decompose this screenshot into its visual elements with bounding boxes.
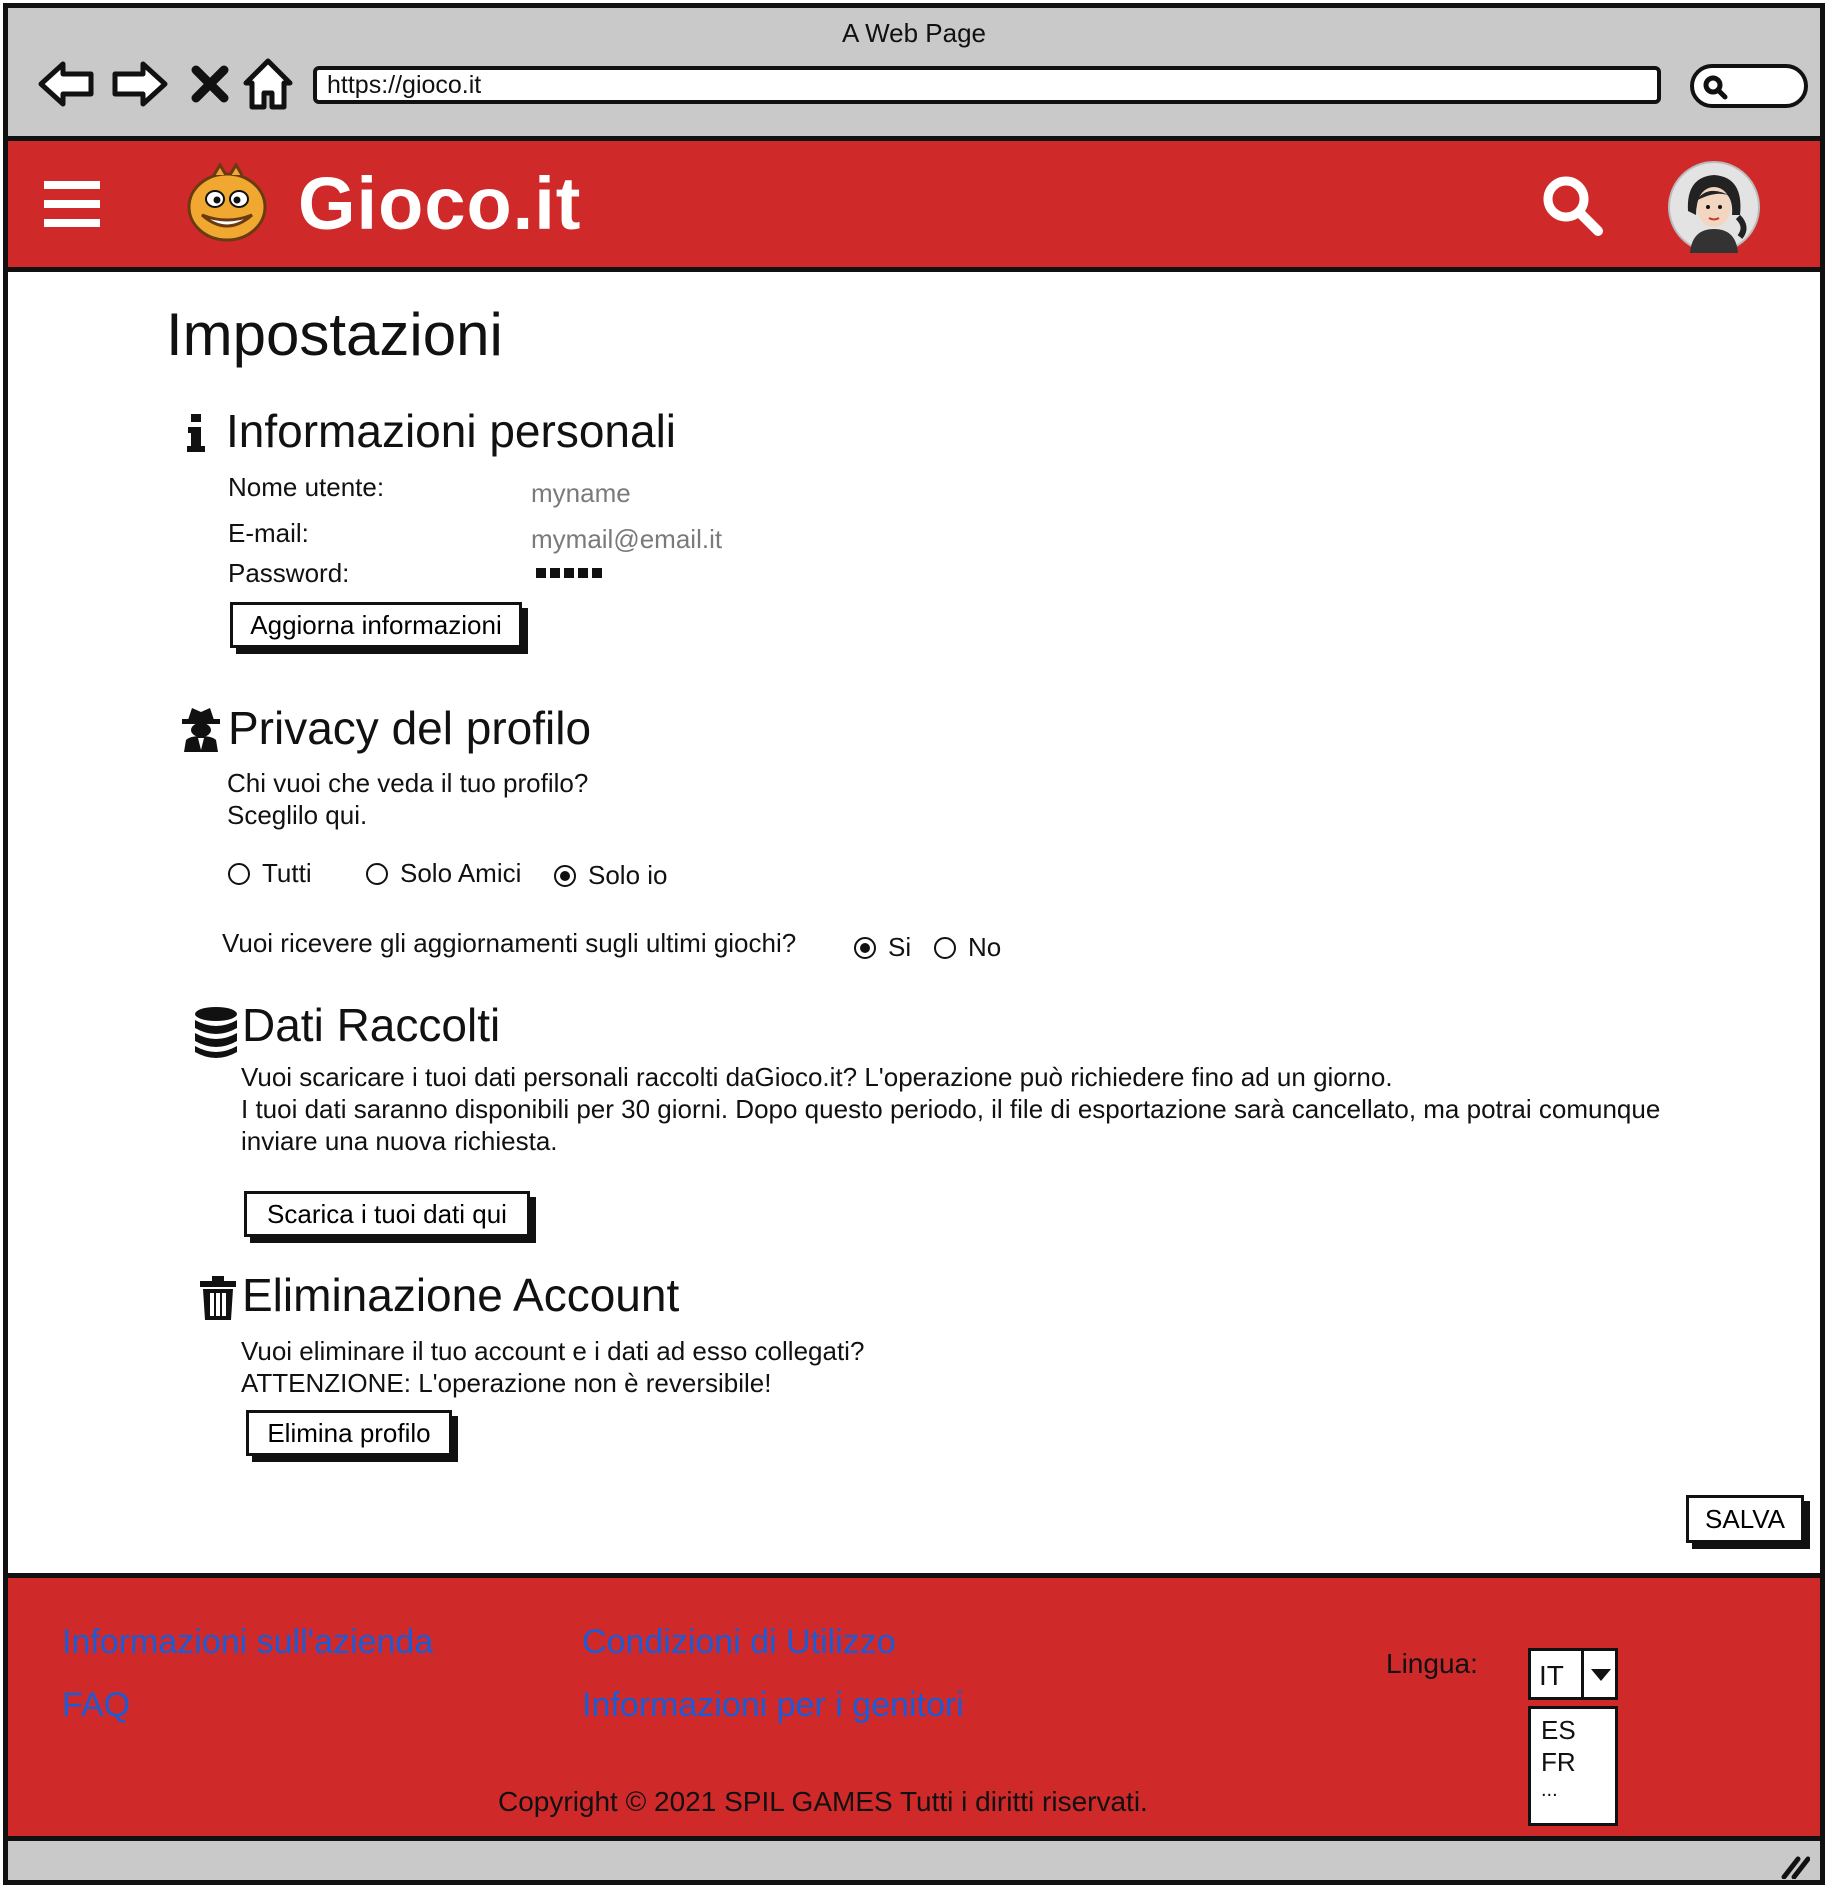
radio-solo-amici[interactable] bbox=[366, 862, 388, 885]
language-selected: IT bbox=[1539, 1660, 1564, 1691]
close-icon[interactable] bbox=[178, 52, 242, 116]
url-bar[interactable]: https://gioco.it bbox=[313, 66, 1661, 104]
username-label: Nome utente: bbox=[228, 472, 385, 502]
browser-status-bar bbox=[8, 1836, 1820, 1880]
link-terms[interactable]: Condizioni di Utilizzo bbox=[582, 1623, 896, 1662]
language-option-es[interactable]: ES bbox=[1541, 1715, 1576, 1746]
avatar[interactable] bbox=[1668, 161, 1760, 258]
database-icon bbox=[194, 1006, 238, 1065]
radio-label: No bbox=[968, 932, 1002, 962]
data-description-3: inviare una nuova richiesta. bbox=[241, 1126, 558, 1156]
site-logo[interactable]: Gioco.it bbox=[298, 161, 581, 246]
email-label: E-mail: bbox=[228, 518, 309, 548]
language-label: Lingua: bbox=[1386, 1648, 1478, 1679]
mascot-logo-icon bbox=[184, 162, 270, 248]
browser-search-field[interactable] bbox=[1690, 64, 1808, 108]
menu-icon[interactable] bbox=[44, 179, 100, 234]
section-heading-delete: Eliminazione Account bbox=[242, 1269, 680, 1321]
section-heading-privacy: Privacy del profilo bbox=[228, 702, 592, 754]
delete-question: Vuoi eliminare il tuo account e i dati a… bbox=[241, 1336, 865, 1366]
privacy-option-solo-amici[interactable]: Solo Amici bbox=[366, 858, 521, 889]
link-company-info[interactable]: Informazioni sull'azienda bbox=[62, 1623, 433, 1662]
dropdown-arrow-icon bbox=[1591, 1669, 1611, 1681]
email-value: mymail@email.it bbox=[531, 524, 723, 554]
section-heading-data: Dati Raccolti bbox=[242, 999, 501, 1051]
search-icon bbox=[1703, 75, 1728, 100]
radio-label: Tutti bbox=[262, 858, 312, 888]
data-description-2: I tuoi dati saranno disponibili per 30 g… bbox=[241, 1094, 1661, 1124]
copyright-text: Copyright © 2021 SPIL GAMES Tutti i diri… bbox=[498, 1786, 1148, 1817]
resize-grip-icon[interactable] bbox=[1780, 1853, 1810, 1879]
link-faq[interactable]: FAQ bbox=[62, 1686, 130, 1725]
username-value: myname bbox=[531, 478, 631, 508]
language-option-fr[interactable]: FR bbox=[1541, 1747, 1576, 1778]
updates-option-si[interactable]: Si bbox=[854, 932, 911, 963]
delete-profile-button[interactable]: Elimina profilo bbox=[246, 1410, 452, 1456]
page-title: Impostazioni bbox=[166, 301, 503, 368]
select-divider bbox=[1581, 1651, 1584, 1697]
back-arrow-icon[interactable] bbox=[34, 52, 98, 116]
window-title: A Web Page bbox=[841, 18, 987, 48]
radio-no[interactable] bbox=[934, 936, 956, 959]
language-dropdown-list: ES FR ... bbox=[1528, 1706, 1618, 1826]
search-icon[interactable] bbox=[1540, 173, 1604, 242]
site-header: Gioco.it bbox=[8, 141, 1820, 272]
save-button[interactable]: SALVA bbox=[1686, 1495, 1804, 1543]
privacy-option-solo-io[interactable]: Solo io bbox=[554, 860, 668, 891]
delete-warning: ATTENZIONE: L'operazione non è reversibi… bbox=[241, 1368, 772, 1398]
radio-label: Solo io bbox=[588, 860, 668, 890]
radio-solo-io[interactable] bbox=[554, 864, 576, 887]
browser-window: A Web Page https://gioco.it Gioco.it Imp… bbox=[3, 3, 1825, 1885]
radio-si[interactable] bbox=[854, 936, 876, 959]
password-mask bbox=[536, 568, 602, 578]
privacy-option-tutti[interactable]: Tutti bbox=[228, 858, 312, 889]
section-heading-personal-info: Informazioni personali bbox=[226, 405, 677, 457]
link-parents-info[interactable]: Informazioni per i genitori bbox=[582, 1686, 964, 1725]
privacy-question: Chi vuoi che veda il tuo profilo? bbox=[227, 768, 589, 798]
forward-arrow-icon[interactable] bbox=[108, 52, 172, 116]
data-description-1: Vuoi scaricare i tuoi dati personali rac… bbox=[241, 1062, 1393, 1092]
site-footer: Informazioni sull'azienda FAQ Condizioni… bbox=[8, 1573, 1820, 1836]
update-info-button[interactable]: Aggiorna informazioni bbox=[230, 602, 522, 648]
trash-icon bbox=[200, 1276, 236, 1325]
radio-label: Solo Amici bbox=[400, 858, 522, 888]
privacy-hint: Sceglilo qui. bbox=[227, 800, 368, 830]
password-label: Password: bbox=[228, 558, 350, 588]
radio-label: Si bbox=[888, 932, 912, 962]
updates-question: Vuoi ricevere gli aggiornamenti sugli ul… bbox=[222, 928, 797, 958]
radio-tutti[interactable] bbox=[228, 862, 250, 885]
language-select[interactable]: IT bbox=[1528, 1648, 1618, 1700]
home-icon[interactable] bbox=[236, 52, 300, 116]
updates-option-no[interactable]: No bbox=[934, 932, 1001, 963]
language-option-more[interactable]: ... bbox=[1541, 1779, 1558, 1802]
download-data-button[interactable]: Scarica i tuoi dati qui bbox=[244, 1191, 530, 1237]
spy-icon bbox=[182, 706, 220, 757]
browser-chrome: A Web Page https://gioco.it bbox=[8, 8, 1820, 141]
info-icon bbox=[186, 414, 206, 457]
